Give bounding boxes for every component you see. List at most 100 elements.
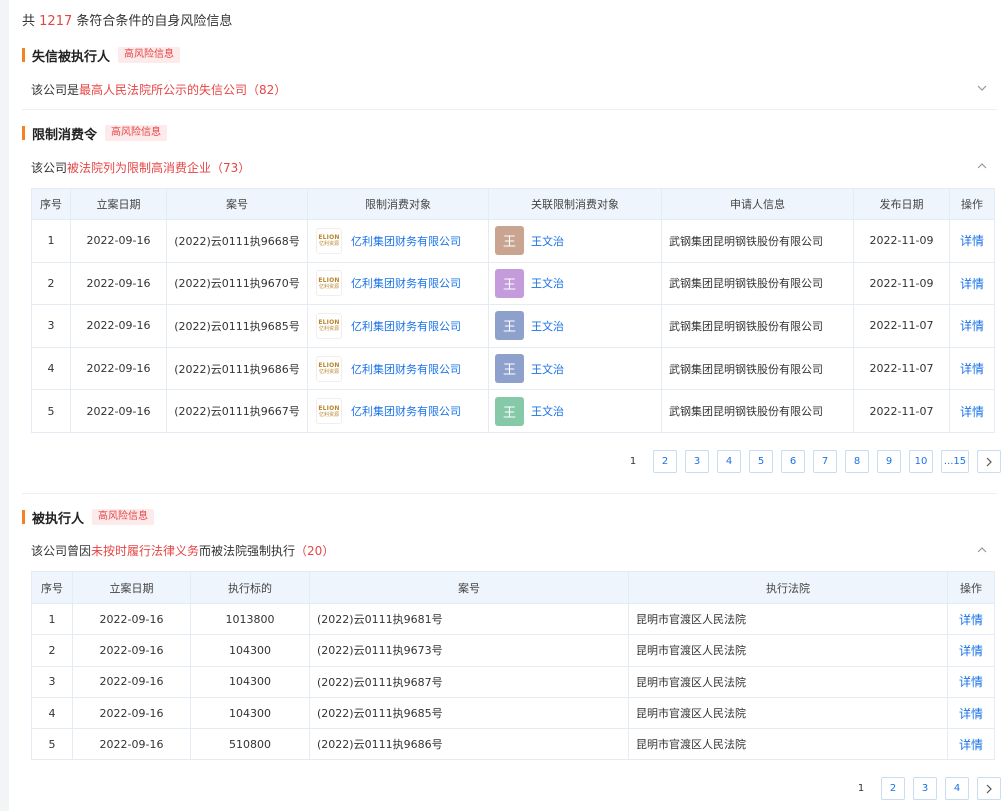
page-button[interactable]: 10	[909, 450, 933, 473]
page-button[interactable]: ...15	[941, 450, 969, 473]
applicant-info: 武钢集团昆明钢铁股份有限公司	[661, 346, 854, 391]
page-button[interactable]: 9	[877, 450, 901, 473]
detail-link[interactable]: 详情	[947, 665, 995, 698]
column-header: 执行标的	[190, 571, 310, 604]
page-button[interactable]: 2	[653, 450, 677, 473]
page-button[interactable]: 7	[813, 450, 837, 473]
chevron-right-icon	[986, 457, 992, 466]
company-entry[interactable]: ELION 亿利资源 亿利集团财务有限公司	[308, 227, 488, 254]
table-header-row: 序号 立案日期 执行标的 案号 执行法院 操作	[31, 571, 995, 604]
company-logo-icon: ELION 亿利资源	[316, 227, 342, 254]
detail-link[interactable]: 详情	[947, 696, 995, 730]
logo-text-bottom: 亿利资源	[318, 241, 339, 248]
publish-date: 2022-11-07	[853, 304, 950, 348]
next-page-button[interactable]	[977, 450, 1001, 473]
case-number: (2022)云0111执9670号	[166, 261, 308, 306]
page-button[interactable]: 4	[717, 450, 741, 473]
company-logo-icon: ELION 亿利资源	[316, 270, 342, 297]
chevron-up-icon[interactable]	[977, 545, 987, 555]
table-row: 4 2022-09-16 104300 (2022)云0111执9685号 昆明市官渡区…	[31, 696, 995, 730]
publish-date: 2022-11-09	[853, 219, 950, 263]
detail-link[interactable]: 详情	[947, 602, 995, 636]
summary-suffix: 条符合条件的自身风险信息	[76, 14, 233, 29]
chevron-up-icon[interactable]	[977, 161, 987, 171]
restricted-company-cell: ELION 亿利资源 亿利集团财务有限公司	[307, 304, 489, 348]
detail-link[interactable]: 详情	[947, 728, 995, 761]
person-link[interactable]: 王文治	[531, 275, 564, 291]
page-button[interactable]: 6	[781, 450, 805, 473]
detail-link[interactable]: 详情	[947, 634, 995, 667]
section-accent-bar	[22, 48, 25, 62]
person-link[interactable]: 王文治	[531, 403, 564, 419]
risk-summary: 共 1217 条符合条件的自身风险信息	[22, 10, 232, 29]
filing-date: 2022-09-16	[72, 634, 191, 667]
page-button[interactable]: 2	[881, 777, 905, 800]
filing-date: 2022-09-16	[72, 696, 191, 730]
publish-date: 2022-11-09	[853, 261, 950, 306]
court-name: 昆明市官渡区人民法院	[628, 696, 948, 730]
company-entry[interactable]: ELION 亿利资源 亿利集团财务有限公司	[308, 355, 488, 382]
related-person-cell: 王王文治	[488, 304, 662, 348]
execution-amount: 104300	[190, 665, 310, 698]
person-entry[interactable]: 王王文治	[489, 396, 661, 426]
person-entry[interactable]: 王王文治	[489, 226, 661, 256]
detail-link[interactable]: 详情	[949, 304, 995, 348]
section-title-restrict: 限制消费令 高风险信息	[22, 124, 168, 143]
applicant-info: 武钢集团昆明钢铁股份有限公司	[661, 219, 854, 263]
logo-text-bottom: 亿利资源	[318, 326, 339, 333]
high-risk-badge: 高风险信息	[92, 509, 155, 525]
company-link[interactable]: 亿利集团财务有限公司	[351, 275, 461, 291]
logo-text-top: ELION	[318, 404, 340, 412]
page-button[interactable]: 3	[913, 777, 937, 800]
section-title-text: 被执行人	[32, 511, 85, 527]
execution-amount: 104300	[190, 696, 310, 730]
detail-link[interactable]: 详情	[949, 346, 995, 391]
person-entry[interactable]: 王王文治	[489, 311, 661, 341]
person-link[interactable]: 王文治	[531, 233, 564, 249]
page-button[interactable]: 5	[749, 450, 773, 473]
filing-date: 2022-09-16	[70, 389, 167, 433]
related-person-cell: 王王文治	[488, 389, 662, 433]
person-entry[interactable]: 王王文治	[489, 268, 661, 298]
table-row: 1 2022-09-16 (2022)云0111执9668号 ELION 亿利资源 亿利集…	[31, 219, 995, 263]
table-row: 3 2022-09-16 104300 (2022)云0111执9687号 昆明市官渡区…	[31, 665, 995, 698]
case-number: (2022)云0111执9681号	[309, 602, 629, 636]
company-link[interactable]: 亿利集团财务有限公司	[351, 318, 461, 334]
restricted-company-cell: ELION 亿利资源 亿利集团财务有限公司	[307, 346, 489, 391]
person-entry[interactable]: 王王文治	[489, 354, 661, 384]
avatar: 王	[495, 354, 524, 384]
detail-link[interactable]: 详情	[949, 389, 995, 433]
company-link[interactable]: 亿利集团财务有限公司	[351, 403, 461, 419]
person-link[interactable]: 王文治	[531, 318, 564, 334]
court-name: 昆明市官渡区人民法院	[628, 634, 948, 667]
section-accent-bar	[22, 126, 25, 140]
filing-date: 2022-09-16	[70, 346, 167, 391]
company-entry[interactable]: ELION 亿利资源 亿利集团财务有限公司	[308, 312, 488, 339]
person-link[interactable]: 王文治	[531, 361, 564, 377]
page-button[interactable]: 8	[845, 450, 869, 473]
column-header: 序号	[31, 188, 71, 220]
company-entry[interactable]: ELION 亿利资源 亿利集团财务有限公司	[308, 270, 488, 297]
section-desc-restrict: 该公司被法院列为限制高消费企业（73）	[31, 159, 250, 176]
table-row: 2 2022-09-16 (2022)云0111执9670号 ELION 亿利资源 亿利集…	[31, 261, 995, 306]
row-number: 3	[31, 665, 73, 698]
column-header: 关联限制消费对象	[488, 188, 662, 220]
left-gutter	[0, 0, 9, 811]
desc-count: （82）	[247, 83, 287, 97]
company-entry[interactable]: ELION 亿利资源 亿利集团财务有限公司	[308, 398, 488, 425]
company-logo-icon: ELION 亿利资源	[316, 312, 342, 339]
row-number: 2	[31, 261, 71, 306]
detail-link[interactable]: 详情	[949, 261, 995, 306]
restricted-company-cell: ELION 亿利资源 亿利集团财务有限公司	[307, 261, 489, 306]
execution-amount: 1013800	[190, 602, 310, 636]
detail-link[interactable]: 详情	[949, 219, 995, 263]
section-desc-dishonest: 该公司是最高人民法院所公示的失信公司（82）	[31, 81, 286, 98]
page-button[interactable]: 4	[945, 777, 969, 800]
chevron-down-icon[interactable]	[977, 83, 987, 93]
company-link[interactable]: 亿利集团财务有限公司	[351, 233, 461, 249]
company-link[interactable]: 亿利集团财务有限公司	[351, 361, 461, 377]
page-button[interactable]: 3	[685, 450, 709, 473]
next-page-button[interactable]	[977, 777, 1001, 800]
logo-text-top: ELION	[318, 276, 340, 284]
filing-date: 2022-09-16	[70, 219, 167, 263]
